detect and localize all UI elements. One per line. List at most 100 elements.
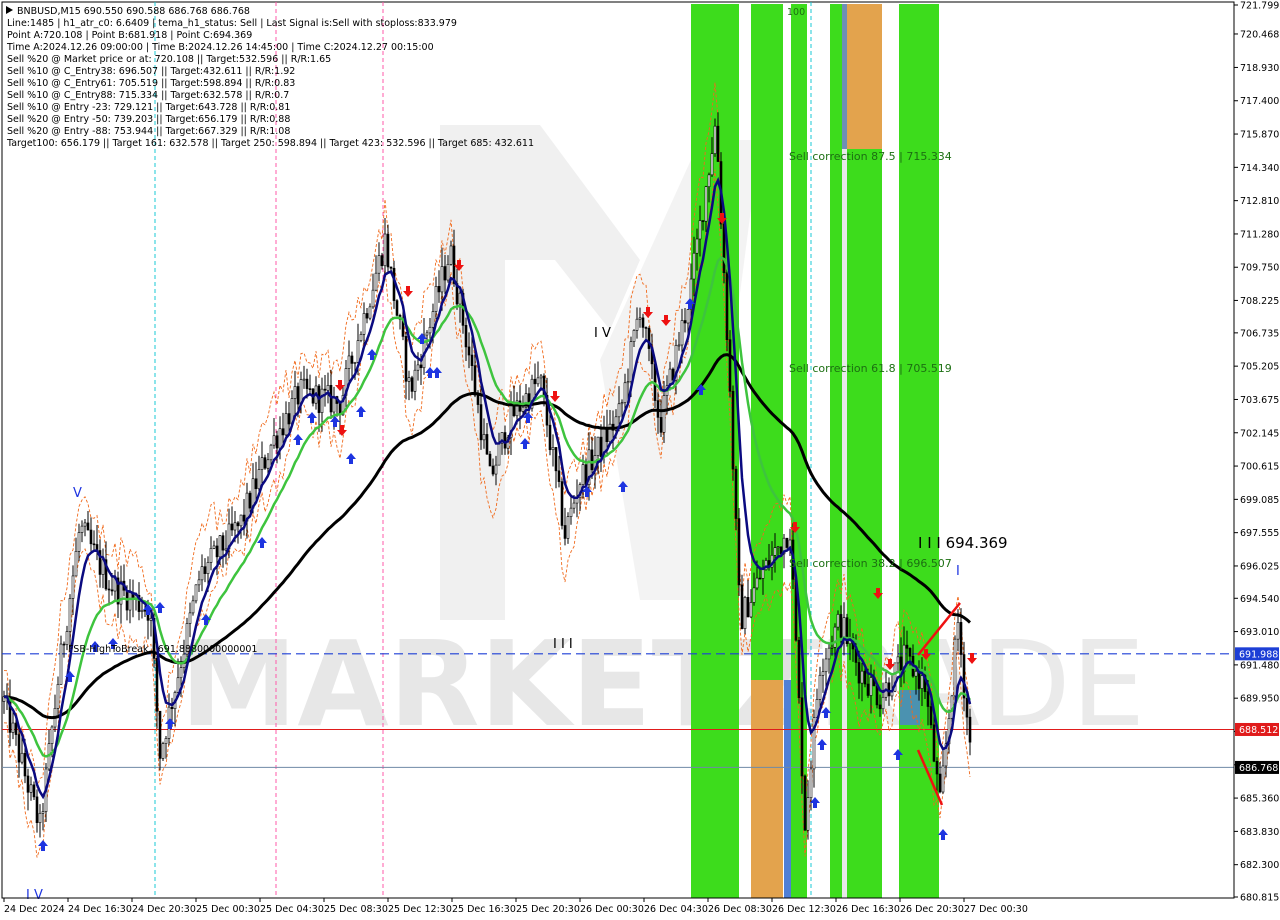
candle-body	[662, 395, 666, 433]
candle-body	[752, 587, 756, 603]
price-tick-label: 691.480	[1240, 660, 1279, 671]
candle-body	[437, 286, 441, 293]
chart-svg: MARKETZI TRADE 100 Sell correction 87.5 …	[1, 1, 1279, 915]
candle-body	[425, 332, 429, 336]
candle-body	[554, 447, 558, 472]
candle-body	[941, 765, 945, 793]
candle-body	[371, 289, 375, 308]
candle-body	[548, 424, 552, 451]
candle-body	[77, 532, 81, 552]
candle-body	[563, 525, 567, 539]
candle-body	[254, 478, 258, 490]
price-tick-label: 680.815	[1240, 893, 1279, 904]
time-tick-label: 25 Dec 20:30	[516, 904, 580, 915]
candle-body	[260, 457, 264, 470]
candle-body	[806, 797, 810, 831]
wave-iv-label: I V	[594, 326, 611, 341]
zone-green-5	[899, 4, 939, 898]
candle-body	[605, 428, 609, 443]
candle-body	[776, 546, 780, 549]
info-line: Sell %20 @ Entry -50: 739.203 || Target:…	[7, 114, 290, 125]
time-tick-label: 26 Dec 08:30	[708, 904, 772, 915]
candle-body	[86, 522, 90, 531]
candle-body	[68, 598, 72, 632]
candle-body	[434, 286, 438, 312]
correction-38-label: Sell correction 38.2 | 696.507	[789, 557, 952, 570]
price-tick-label: 683.830	[1240, 827, 1279, 838]
candle-body	[824, 658, 828, 673]
candle-body	[179, 667, 183, 679]
price-tick-label: 693.010	[1240, 627, 1279, 638]
price-tick-label: 706.735	[1240, 328, 1279, 339]
time-tick-label: 24 Dec 16:30	[68, 904, 132, 915]
price-tick-label: 682.300	[1240, 860, 1279, 871]
price-tick-label: 689.950	[1240, 694, 1279, 705]
price-tick-label: 699.085	[1240, 495, 1279, 506]
candle-body	[242, 514, 246, 522]
price-tick-label: 717.400	[1240, 96, 1279, 107]
candle-body	[275, 435, 279, 449]
candle-body	[23, 752, 27, 777]
time-tick-label: 24 Dec 2024	[4, 904, 65, 915]
candle-body	[395, 300, 399, 316]
candle-body	[839, 614, 843, 638]
price-label-text: 688.512	[1239, 725, 1278, 736]
candle-body	[869, 677, 873, 696]
candle-body	[203, 566, 207, 574]
candle-body	[278, 428, 282, 449]
chart-root: MARKETZI TRADE 100 Sell correction 87.5 …	[0, 0, 1280, 920]
candle-body	[449, 245, 453, 265]
time-tick-label: 26 Dec 00:30	[580, 904, 644, 915]
candle-body	[158, 710, 162, 759]
wave-i-label: I	[956, 564, 960, 579]
candle-body	[233, 522, 237, 531]
candle-body	[713, 125, 717, 154]
candle-body	[734, 468, 738, 519]
candle-body	[65, 631, 69, 645]
candle-body	[830, 646, 834, 649]
zone-blue-top	[842, 4, 847, 149]
candle-body	[296, 386, 300, 405]
candle-body	[56, 684, 60, 709]
candle-body	[197, 579, 201, 586]
candle-body	[200, 566, 204, 581]
candle-body	[539, 375, 543, 379]
candle-body	[410, 377, 414, 392]
price-tick-label: 709.750	[1240, 263, 1279, 274]
candle-body	[878, 704, 882, 710]
candle-body	[797, 639, 801, 699]
candle-body	[191, 600, 195, 614]
candle-body	[914, 671, 918, 677]
candle-body	[71, 575, 75, 599]
candle-body	[644, 327, 648, 329]
candle-body	[929, 706, 933, 726]
candle-body	[866, 683, 870, 696]
candle-body	[566, 516, 570, 539]
candle-body	[32, 784, 36, 798]
time-tick-label: 25 Dec 00:30	[196, 904, 260, 915]
candle-body	[140, 609, 144, 612]
candle-body	[149, 617, 153, 621]
candle-body	[356, 340, 360, 363]
candle-body	[80, 525, 84, 533]
candle-body	[818, 674, 822, 700]
correction-61-label: Sell correction 61.8 | 705.519	[789, 362, 952, 375]
info-line: Sell %10 @ Entry -23: 729.121 || Target:…	[7, 102, 290, 113]
candle-body	[59, 643, 63, 685]
candle-body	[386, 233, 390, 268]
candle-body	[383, 233, 387, 267]
candle-body	[557, 470, 561, 482]
info-line: Sell %10 @ C_Entry88: 715.334 || Target:…	[7, 90, 289, 101]
candle-body	[920, 675, 924, 689]
candle-body	[20, 752, 24, 763]
candle-body	[413, 369, 417, 392]
price-tick-label: 696.025	[1240, 561, 1279, 572]
candle-body	[881, 696, 885, 710]
info-line: Sell %10 @ C_Entry38: 696.507 || Target:…	[7, 66, 295, 77]
candle-body	[560, 481, 564, 526]
candle-body	[632, 330, 636, 342]
price-tick-label: 711.280	[1240, 229, 1279, 240]
candle-body	[497, 442, 501, 466]
candle-body	[953, 638, 957, 697]
candle-body	[620, 402, 624, 405]
